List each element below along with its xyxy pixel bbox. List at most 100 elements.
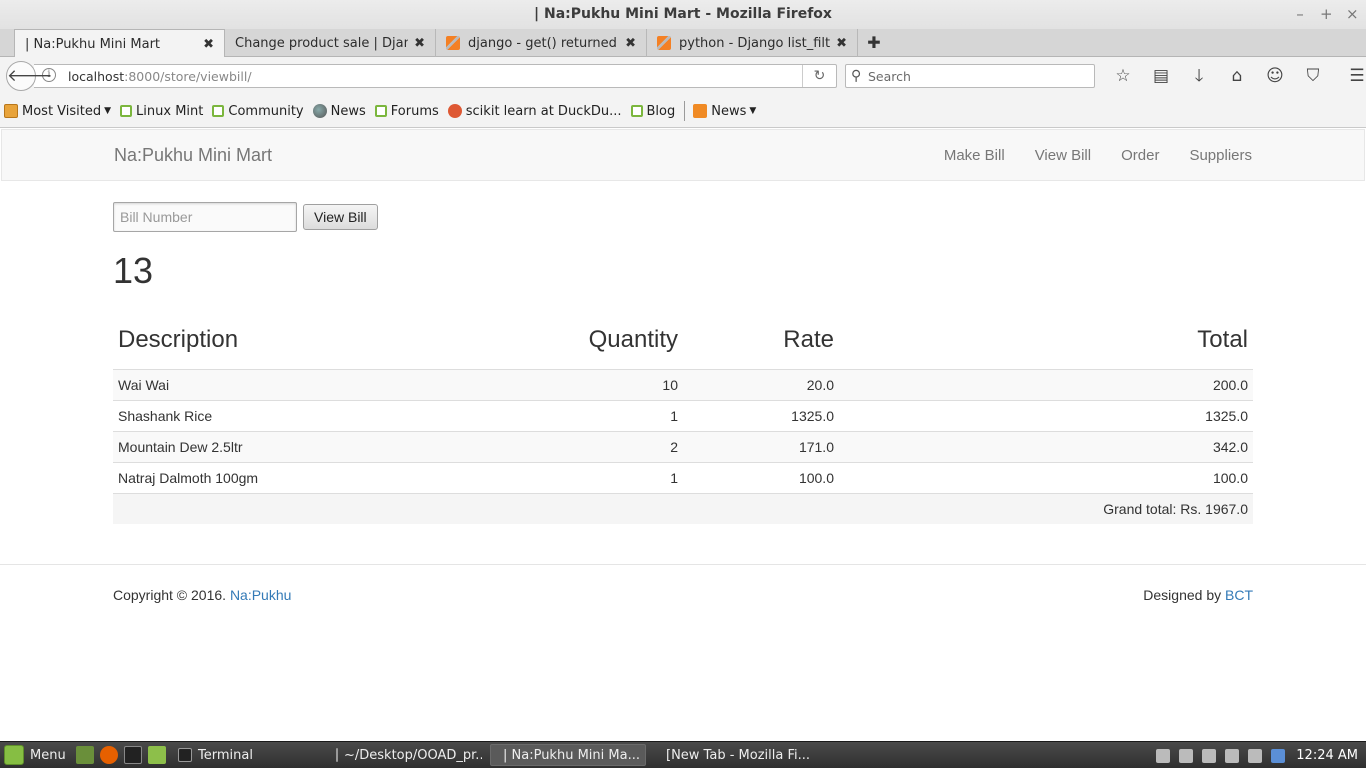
show-desktop-icon[interactable]	[76, 746, 94, 764]
nav-suppliers[interactable]: Suppliers	[1189, 147, 1252, 164]
view-bill-button[interactable]: View Bill	[303, 204, 378, 230]
table-row: Shashank Rice 1 1325.0 1325.0	[113, 399, 1253, 431]
window-title: | Na:Pukhu Mini Mart - Mozilla Firefox	[534, 6, 832, 22]
table-row: Mountain Dew 2.5ltr 2 171.0 342.0	[113, 430, 1253, 462]
bookmark-label: News	[330, 103, 366, 119]
tab-django-get[interactable]: django - get() returned m… ✖	[436, 29, 647, 57]
start-menu-button[interactable]: Menu	[0, 745, 72, 765]
globe-icon	[312, 104, 327, 118]
folder-icon	[4, 104, 18, 118]
url-text[interactable]: localhost:8000/store/viewbill/	[68, 69, 252, 84]
wifi-icon[interactable]	[1202, 748, 1217, 763]
table-row: Natraj Dalmoth 100gm 1 100.0 100.0	[113, 461, 1253, 493]
task-terminal[interactable]: Terminal	[172, 744, 322, 766]
task-label: | Na:Pukhu Mini Ma...	[503, 747, 640, 763]
cell-total: 342.0	[839, 430, 1253, 462]
bookmark-label: scikit learn at DuckDu...	[465, 103, 622, 119]
new-tab-button[interactable]: ✚	[866, 29, 882, 57]
cell-quantity: 2	[583, 430, 683, 462]
bookmark-label: News	[711, 103, 747, 119]
menu-icon[interactable]: ☰	[1338, 63, 1366, 89]
reading-list-icon[interactable]: ▤	[1142, 63, 1180, 89]
bookmark-star-icon[interactable]: ☆	[1104, 63, 1142, 89]
reload-icon[interactable]: ↻	[802, 65, 836, 87]
chevron-down-icon: ▼	[104, 106, 112, 116]
tab-napukhu[interactable]: | Na:Pukhu Mini Mart ✖	[14, 29, 225, 58]
tab-label: python - Django list_filter …	[679, 35, 831, 51]
designer-link[interactable]: BCT	[1225, 587, 1253, 603]
close-tab-icon[interactable]: ✖	[414, 36, 425, 51]
user-icon[interactable]	[1156, 748, 1171, 763]
bill-table: Description Quantity Rate Total Wai Wai …	[113, 321, 1253, 524]
cell-description: Mountain Dew 2.5ltr	[113, 430, 583, 462]
tab-python-django[interactable]: python - Django list_filter … ✖	[647, 29, 858, 57]
column-header-description: Description	[118, 326, 239, 354]
mint-icon	[120, 105, 133, 117]
system-taskbar: Menu Terminal ~/Desktop/OOAD_pr... | Na:…	[0, 741, 1366, 768]
cell-quantity: 1	[583, 399, 683, 431]
clock[interactable]: 12:24 AM	[1296, 748, 1358, 763]
bookmarks-toolbar: Most Visited ▼ Linux Mint Community News …	[0, 95, 1366, 128]
terminal-icon[interactable]	[124, 746, 142, 764]
close-window-button[interactable]: ×	[1346, 0, 1359, 29]
nav-make-bill[interactable]: Make Bill	[944, 147, 1005, 164]
search-input[interactable]	[868, 67, 1088, 85]
bookmark-separator	[684, 101, 686, 121]
close-tab-icon[interactable]: ✖	[625, 36, 636, 51]
minimize-button[interactable]: –	[1294, 0, 1306, 29]
shield-icon[interactable]	[1271, 748, 1286, 763]
clipboard-icon[interactable]	[1179, 748, 1194, 763]
mint-icon	[374, 105, 387, 117]
search-box[interactable]: ⚲	[845, 64, 1095, 88]
files-icon[interactable]	[148, 746, 166, 764]
bookmark-label: Most Visited	[22, 103, 102, 119]
bill-number-heading: 13	[113, 250, 154, 291]
cell-description: Natraj Dalmoth 100gm	[113, 461, 583, 493]
task-file-manager[interactable]: ~/Desktop/OOAD_pr...	[330, 744, 482, 766]
site-brand[interactable]: Na:Pukhu Mini Mart	[114, 145, 272, 166]
bookmark-news[interactable]: News	[312, 103, 366, 119]
back-button[interactable]: 🡐	[6, 61, 53, 91]
bookmark-scikit-learn[interactable]: scikit learn at DuckDu...	[447, 103, 622, 119]
tab-change-product[interactable]: Change product sale | Djang… ✖	[225, 29, 436, 57]
tab-label: Change product sale | Djang…	[235, 35, 409, 51]
nav-order[interactable]: Order	[1121, 147, 1159, 164]
bookmark-news-feed[interactable]: News ▼	[693, 104, 756, 119]
bookmark-community[interactable]: Community	[212, 103, 304, 119]
bookmark-forums[interactable]: Forums	[374, 104, 439, 119]
task-label: ~/Desktop/OOAD_pr...	[344, 747, 482, 763]
copyright-link[interactable]: Na:Pukhu	[230, 587, 291, 603]
navigation-toolbar: i localhost:8000/store/viewbill/ ↻ 🡐 ⚲ ☆…	[0, 57, 1366, 95]
tab-label: | Na:Pukhu Mini Mart	[25, 36, 161, 52]
close-tab-icon[interactable]: ✖	[203, 37, 214, 52]
mint-icon	[212, 105, 225, 117]
bookmark-most-visited[interactable]: Most Visited ▼	[4, 104, 111, 119]
search-icon: ⚲	[851, 68, 862, 84]
cell-rate: 100.0	[683, 461, 839, 493]
volume-icon[interactable]	[1225, 748, 1240, 763]
close-tab-icon[interactable]: ✖	[836, 36, 847, 51]
battery-icon[interactable]	[1248, 748, 1263, 763]
bookmark-label: Community	[228, 103, 304, 119]
chat-icon[interactable]: ☺	[1256, 63, 1294, 89]
quick-launch	[76, 746, 166, 764]
table-header-row: Description Quantity Rate Total	[113, 321, 1253, 369]
nav-view-bill[interactable]: View Bill	[1035, 147, 1091, 164]
firefox-icon[interactable]	[100, 746, 118, 764]
url-bar[interactable]: i localhost:8000/store/viewbill/ ↻	[34, 64, 837, 88]
task-firefox-napukhu[interactable]: | Na:Pukhu Mini Ma...	[490, 744, 646, 766]
maximize-button[interactable]: +	[1320, 0, 1333, 29]
window-controls: – + ×	[1294, 0, 1358, 29]
pocket-icon[interactable]: ⛉	[1294, 63, 1332, 89]
bookmark-blog[interactable]: Blog	[630, 104, 675, 119]
duckduckgo-icon	[447, 104, 462, 118]
cell-rate: 20.0	[683, 368, 839, 400]
window-titlebar: | Na:Pukhu Mini Mart - Mozilla Firefox –…	[0, 0, 1366, 29]
bill-number-input[interactable]	[113, 202, 297, 232]
downloads-icon[interactable]: 🡓	[1180, 63, 1218, 89]
column-header-rate: Rate	[783, 326, 834, 354]
home-icon[interactable]: ⌂	[1218, 63, 1256, 89]
bookmark-linux-mint[interactable]: Linux Mint	[120, 104, 203, 119]
cell-quantity: 10	[583, 368, 683, 400]
task-firefox-newtab[interactable]: [New Tab - Mozilla Fi...	[654, 744, 814, 766]
